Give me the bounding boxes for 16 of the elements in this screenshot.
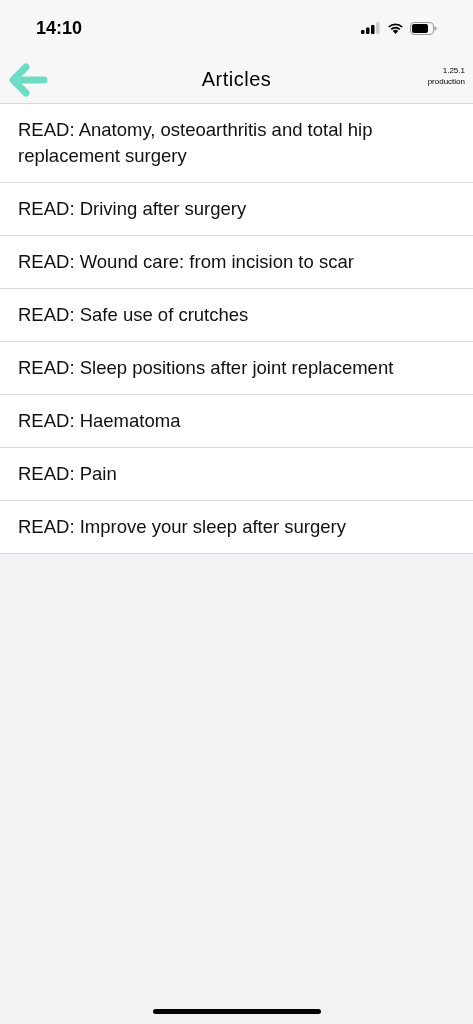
article-item[interactable]: READ: Pain [0, 448, 473, 501]
article-item[interactable]: READ: Safe use of crutches [0, 289, 473, 342]
article-item[interactable]: READ: Driving after surgery [0, 183, 473, 236]
wifi-icon [387, 22, 404, 34]
article-item[interactable]: READ: Improve your sleep after surgery [0, 501, 473, 553]
article-item[interactable]: READ: Wound care: from incision to scar [0, 236, 473, 289]
article-item[interactable]: READ: Anatomy, osteoarthritis and total hip replacement surgery [0, 104, 473, 183]
page-title: Articles [201, 68, 272, 91]
environment-label: production [427, 75, 465, 87]
article-item[interactable]: READ: Sleep positions after joint replacement [0, 342, 473, 395]
signal-icon [361, 22, 381, 34]
version-number: 1.25.1 [442, 64, 465, 76]
battery-icon [410, 21, 437, 35]
article-item[interactable]: READ: Haematoma [0, 395, 473, 448]
status-time: 14:10 [36, 17, 83, 39]
back-button[interactable] [8, 62, 48, 97]
